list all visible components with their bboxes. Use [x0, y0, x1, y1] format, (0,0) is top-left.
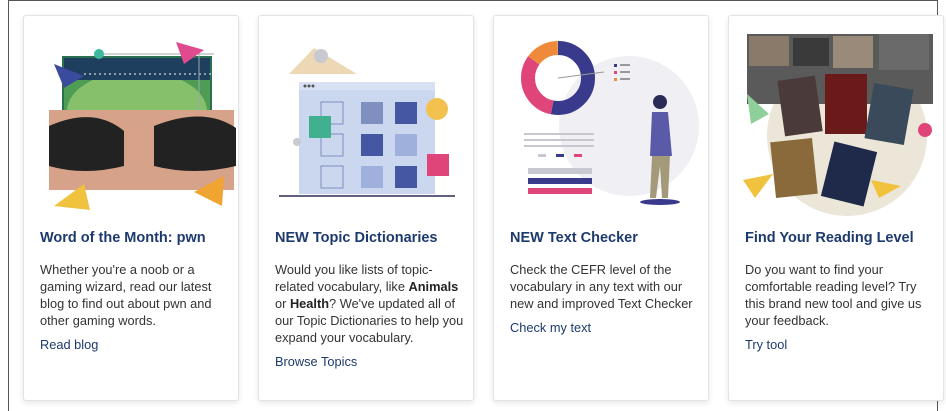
- card-title[interactable]: NEW Topic Dictionaries: [275, 228, 465, 248]
- browse-topics-link[interactable]: Browse Topics: [275, 353, 357, 370]
- text-checker-illustration: [494, 16, 710, 221]
- card-reading-level: Find Your Reading Level Do you want to f…: [728, 15, 944, 401]
- card-description: Check the CEFR level of the vocabulary i…: [510, 262, 693, 311]
- dictionary-illustration: [259, 16, 475, 221]
- card-word-of-the-month: Word of the Month: pwn Whether you're a …: [23, 15, 239, 401]
- book-covers-illustration: [729, 16, 945, 221]
- card-title[interactable]: NEW Text Checker: [510, 228, 700, 248]
- card-description: Would you like lists of topic-related vo…: [275, 262, 464, 345]
- gaming-illustration: [24, 16, 240, 221]
- card-title[interactable]: Find Your Reading Level: [745, 228, 935, 248]
- page-frame: Word of the Month: pwn Whether you're a …: [8, 0, 944, 411]
- read-blog-link[interactable]: Read blog: [40, 336, 98, 353]
- card-topic-dictionaries: NEW Topic Dictionaries Would you like li…: [258, 15, 474, 401]
- card-description: Whether you're a noob or a gaming wizard…: [40, 262, 212, 328]
- check-my-text-link[interactable]: Check my text: [510, 319, 591, 336]
- card-title[interactable]: Word of the Month: pwn: [40, 228, 230, 248]
- try-tool-link[interactable]: Try tool: [745, 336, 787, 353]
- card-text-checker: NEW Text Checker Check the CEFR level of…: [493, 15, 709, 401]
- card-description: Do you want to find your comfortable rea…: [745, 262, 922, 328]
